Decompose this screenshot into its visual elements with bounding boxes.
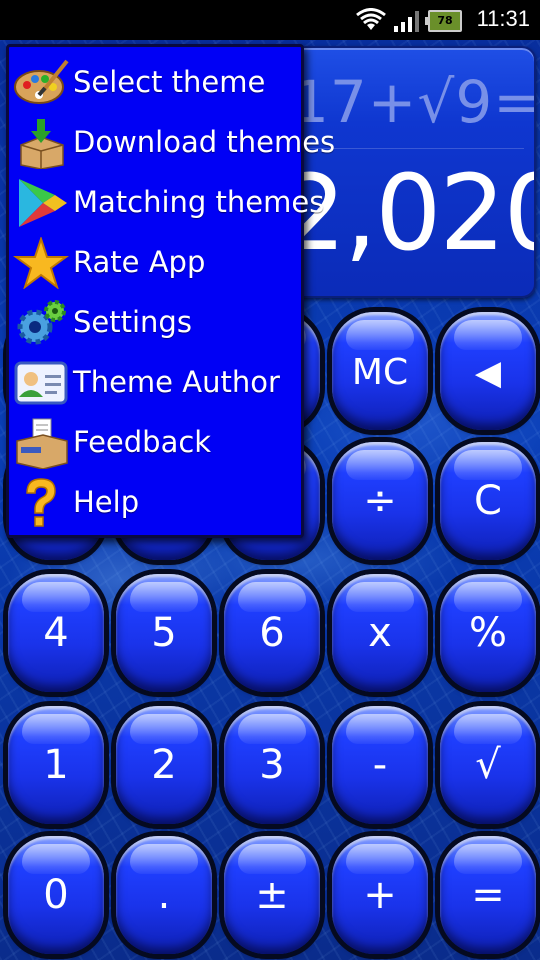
menu-item-help[interactable]: Help (9, 473, 301, 533)
key-sqrt[interactable]: √ (440, 706, 536, 824)
key-minus[interactable]: - (332, 706, 428, 824)
key-clear[interactable]: C (440, 442, 536, 560)
key-backspace[interactable]: ◀ (440, 312, 536, 430)
key-equals[interactable]: = (440, 836, 536, 954)
palette-icon (14, 59, 69, 104)
status-time: 11:31 (476, 6, 530, 31)
download-box-icon (20, 119, 64, 169)
menu-label: Rate App (73, 245, 206, 279)
menu-item-download-themes[interactable]: Download themes (9, 113, 335, 173)
menu-item-matching-themes[interactable]: Matching themes (9, 173, 324, 233)
menu-label: Theme Author (73, 365, 280, 399)
menu-label: Help (73, 485, 140, 519)
feedback-box-icon (16, 418, 68, 469)
display-divider (302, 148, 524, 149)
id-card-icon (14, 361, 68, 405)
calculator-display: 17+√9= 2,020 (290, 46, 536, 298)
menu-label: Settings (73, 305, 192, 339)
key-3[interactable]: 3 (224, 706, 320, 824)
question-mark-icon (26, 478, 56, 527)
menu-label: Download themes (73, 125, 336, 159)
status-bar: 78 11:31 (0, 0, 540, 40)
menu-item-settings[interactable]: Settings (9, 293, 301, 353)
menu-label: Feedback (73, 425, 212, 459)
key-6[interactable]: 6 (224, 574, 320, 692)
wifi-icon (356, 8, 386, 30)
key-dot[interactable]: . (116, 836, 212, 954)
display-result: 2,020 (292, 152, 534, 274)
key-4[interactable]: 4 (8, 574, 104, 692)
key-multiply[interactable]: x (332, 574, 428, 692)
menu-item-select-theme[interactable]: Select theme (9, 53, 301, 113)
key-2[interactable]: 2 (116, 706, 212, 824)
signal-icon (394, 11, 419, 32)
menu-label: Select theme (73, 65, 266, 99)
star-icon (13, 237, 69, 289)
key-mc[interactable]: MC (332, 312, 428, 430)
key-divide[interactable]: ÷ (332, 442, 428, 560)
key-1[interactable]: 1 (8, 706, 104, 824)
key-5[interactable]: 5 (116, 574, 212, 692)
menu-item-feedback[interactable]: Feedback (9, 413, 301, 473)
gears-icon (17, 300, 66, 345)
play-store-icon (19, 179, 67, 227)
key-0[interactable]: 0 (8, 836, 104, 954)
options-menu: Select theme Download themes Matching th… (6, 44, 335, 538)
menu-item-theme-author[interactable]: Theme Author (9, 353, 301, 413)
key-percent[interactable]: % (440, 574, 536, 692)
key-plus[interactable]: + (332, 836, 428, 954)
battery-icon: 78 (425, 10, 462, 32)
menu-item-rate-app[interactable]: Rate App (9, 233, 301, 293)
menu-label: Matching themes (73, 185, 325, 219)
key-plusminus[interactable]: ± (224, 836, 320, 954)
